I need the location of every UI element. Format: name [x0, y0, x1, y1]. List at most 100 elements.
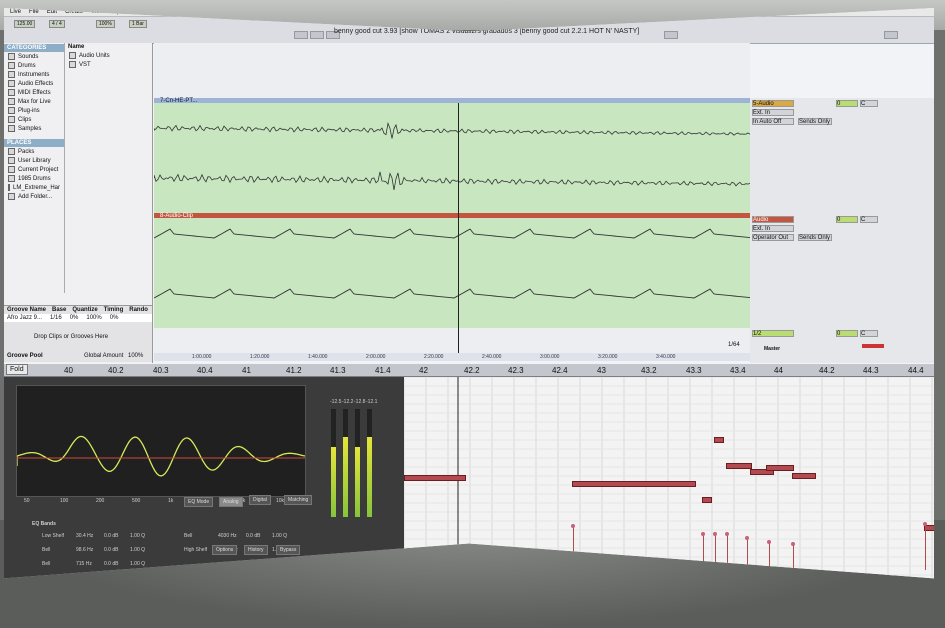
midi-note[interactable] — [714, 437, 724, 443]
eq-band-gain[interactable]: 0.0 dB — [104, 533, 118, 539]
global-amount-value[interactable]: 100% — [128, 353, 143, 359]
eq-band-type[interactable]: Bell — [42, 547, 50, 553]
eq-band-freq[interactable]: 4030 Hz — [218, 533, 237, 539]
velocity-handle[interactable] — [713, 532, 717, 536]
eq-band-gain[interactable]: 0.0 dB — [104, 561, 118, 567]
folder-icon — [8, 80, 15, 87]
place-item[interactable]: 1985 Drums — [4, 174, 64, 183]
track2-volume[interactable]: 0 — [836, 216, 858, 223]
play-button[interactable] — [294, 31, 308, 39]
category-item[interactable]: MIDI Effects — [4, 88, 64, 97]
ruler-mark: 44.4 — [908, 366, 924, 375]
velocity-handle[interactable] — [745, 536, 749, 540]
master-pan[interactable]: C — [860, 330, 878, 337]
beat-ruler[interactable]: 40 40.2 40.3 40.4 41 41.2 41.3 41.4 42 42.2 42.3 42… — [4, 364, 934, 377]
track1-io[interactable]: In Auto Off — [752, 118, 794, 125]
eq-digital-button[interactable]: Digital — [249, 495, 271, 505]
track1-pan[interactable]: C — [860, 100, 878, 107]
zoom-display[interactable]: 100% — [96, 20, 115, 28]
category-item[interactable]: Samples — [4, 124, 64, 133]
place-item[interactable]: LM_Extreme_Har — [4, 183, 64, 192]
category-item[interactable]: Instruments — [4, 70, 64, 79]
fold-button[interactable]: Fold — [6, 364, 28, 375]
eq-band-gain[interactable]: 0.0 dB — [104, 547, 118, 553]
browser-name-item[interactable]: VST — [65, 60, 153, 69]
folder-icon — [8, 175, 15, 182]
track2-input[interactable]: Ext. In — [752, 225, 794, 232]
browser-name-item[interactable]: Audio Units — [65, 51, 153, 60]
groove-cell[interactable]: 1/16 — [50, 315, 62, 321]
velocity-handle[interactable] — [571, 524, 575, 528]
place-item[interactable]: User Library — [4, 156, 64, 165]
eq-options-button[interactable]: Options — [212, 545, 238, 555]
tempo-display[interactable]: 125.00 — [14, 20, 36, 28]
midi-note[interactable] — [792, 473, 816, 479]
arrangement-timeline[interactable]: 1:00.000 1:20.000 1:40.000 2:00.000 2:20.000… — [154, 353, 750, 361]
midi-note[interactable] — [766, 465, 794, 471]
track1-input[interactable]: Ext. In — [752, 109, 794, 116]
eq-band-gain[interactable]: 0.0 dB — [246, 533, 260, 539]
groove-column-header: Rando — [129, 307, 148, 313]
arrangement-time-display[interactable]: 1/64 — [728, 342, 740, 348]
category-item[interactable]: Plug-ins — [4, 106, 64, 115]
stop-button[interactable] — [310, 31, 324, 39]
category-item[interactable]: Sounds — [4, 52, 64, 61]
eq-analog-button[interactable]: Analog — [219, 497, 243, 507]
quantize-display[interactable]: 1 Bar — [129, 20, 147, 28]
eq-band-type[interactable]: Low Shelf — [42, 533, 64, 539]
eq-band-type[interactable]: Bell — [42, 561, 50, 567]
category-item[interactable]: Drums — [4, 61, 64, 70]
velocity-handle[interactable] — [923, 522, 927, 526]
groove-cell[interactable]: Afro Jazz 9... — [7, 315, 42, 321]
velocity-handle[interactable] — [725, 532, 729, 536]
midi-note[interactable] — [404, 475, 466, 481]
playhead[interactable] — [458, 103, 459, 358]
groove-cell[interactable]: 100% — [86, 315, 101, 321]
track1-title[interactable]: 5-Audio — [752, 100, 794, 107]
velocity-handle[interactable] — [701, 532, 705, 536]
timeline-label: 2:20.000 — [424, 354, 444, 360]
menu-item-live[interactable]: Live — [10, 9, 21, 15]
eq-band-type[interactable]: Bell — [184, 533, 192, 539]
eq-mode-label: EQ Mode — [184, 497, 214, 507]
category-item[interactable]: Max for Live — [4, 97, 64, 106]
eq-matching-button[interactable]: Matching — [284, 495, 313, 505]
category-label: Samples — [18, 125, 42, 132]
eq-band-freq[interactable]: 715 Hz — [76, 561, 92, 567]
loop-button[interactable] — [664, 31, 678, 39]
velocity-handle[interactable] — [767, 540, 771, 544]
velocity-handle[interactable] — [791, 542, 795, 546]
eq-bypass-button[interactable]: Bypass — [276, 545, 301, 555]
time-signature-display[interactable]: 4 / 4 — [49, 20, 65, 28]
place-item[interactable]: Packs — [4, 147, 64, 156]
eq-band-freq[interactable]: 30.4 Hz — [76, 533, 93, 539]
eq-history-button[interactable]: History — [244, 545, 268, 555]
track2-title[interactable]: Audio — [752, 216, 794, 223]
groove-cell[interactable]: 0% — [70, 315, 79, 321]
master-input[interactable]: 1/2 — [752, 330, 794, 337]
track1-volume[interactable]: 0 — [836, 100, 858, 107]
groove-columns: Groove Name Base Quantize Timing Rando — [4, 306, 152, 314]
eq-band-q[interactable]: 1.00 Q — [130, 561, 145, 567]
category-item[interactable]: Audio Effects — [4, 79, 64, 88]
eq-band-q[interactable]: 1.00 Q — [130, 533, 145, 539]
groove-cell[interactable]: 0% — [110, 315, 119, 321]
eq-spectrum-display[interactable] — [16, 385, 306, 497]
eq-band-freq[interactable]: 98.6 Hz — [76, 547, 93, 553]
midi-note[interactable] — [726, 463, 752, 469]
eq-band-q[interactable]: 1.00 Q — [130, 547, 145, 553]
place-item[interactable]: Add Folder... — [4, 192, 64, 201]
eq-band-type[interactable]: High Shelf — [184, 547, 207, 553]
midi-note[interactable] — [702, 497, 712, 503]
groove-row[interactable]: Afro Jazz 9... 1/16 0% 100% 0% — [4, 314, 152, 322]
master-volume[interactable]: 0 — [836, 330, 858, 337]
eq-band-q[interactable]: 1.00 Q — [272, 533, 287, 539]
category-item[interactable]: Clips — [4, 115, 64, 124]
track1-sends[interactable]: Sends Only — [798, 118, 832, 125]
track2-io[interactable]: Operator Out — [752, 234, 794, 241]
menu-item-file[interactable]: File — [29, 9, 39, 15]
midi-note[interactable] — [572, 481, 696, 487]
place-item[interactable]: Current Project — [4, 165, 64, 174]
track2-pan[interactable]: C — [860, 216, 878, 223]
track2-sends[interactable]: Sends Only — [798, 234, 832, 241]
